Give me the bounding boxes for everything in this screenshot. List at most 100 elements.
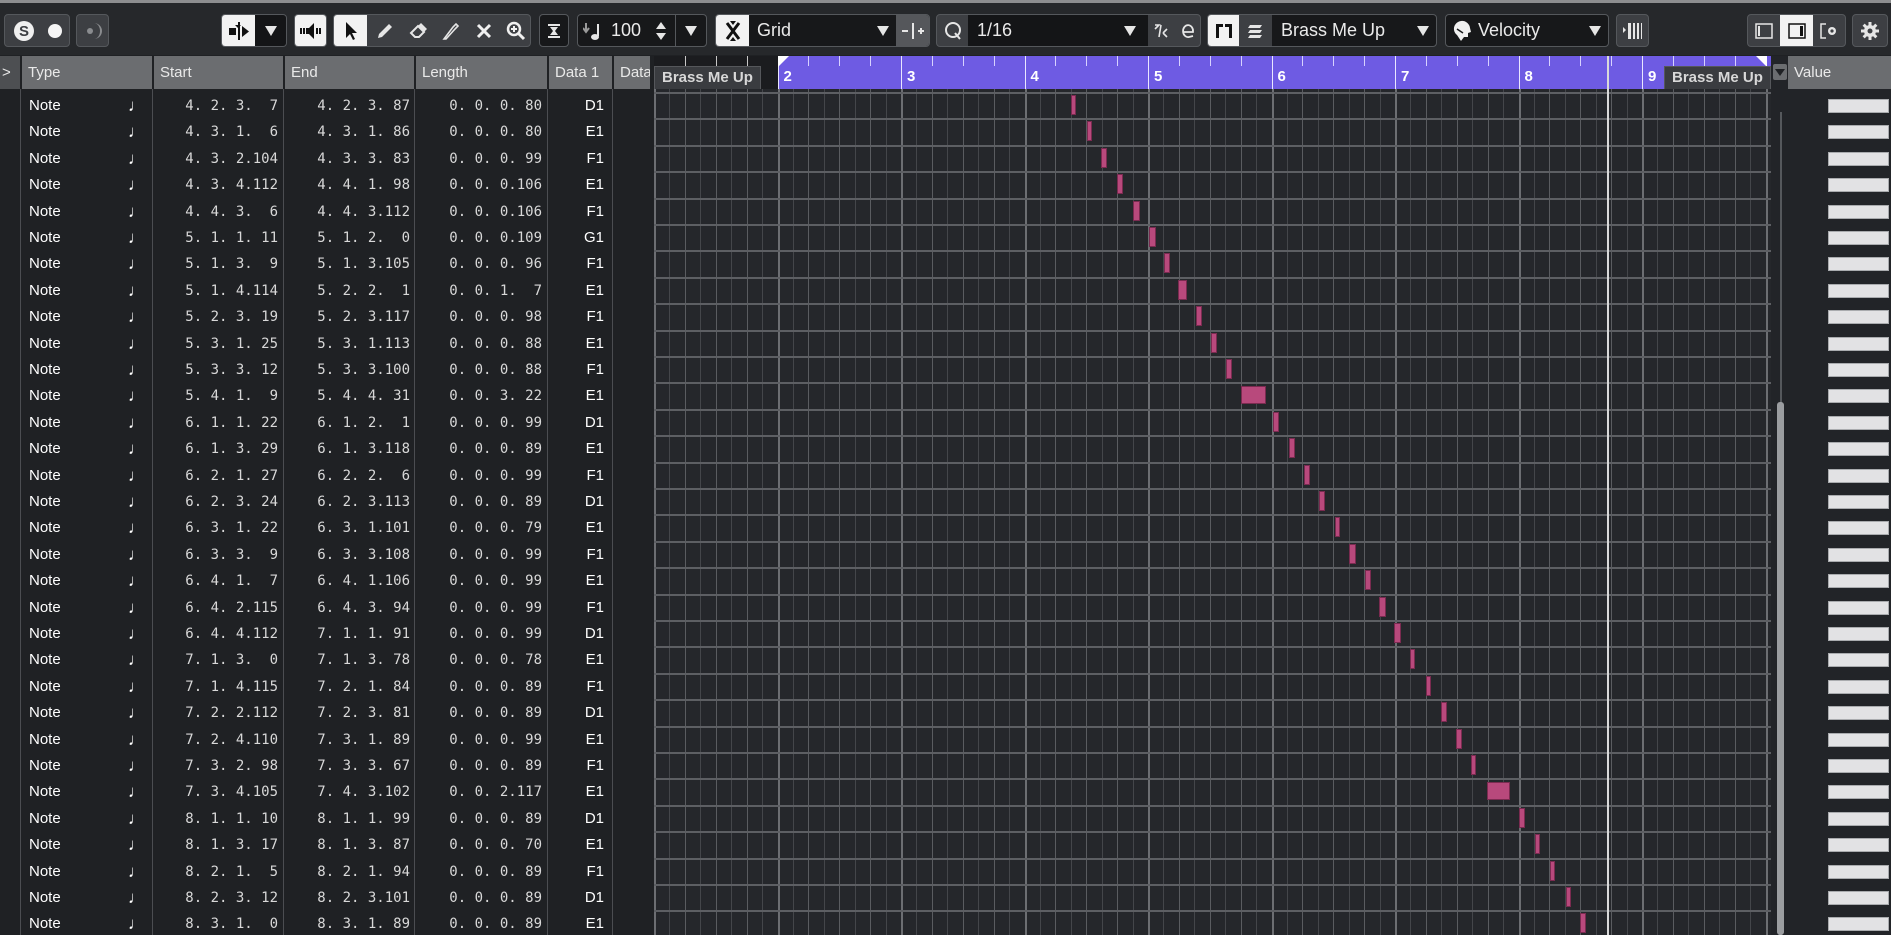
length-cell[interactable]: 0. 0. 0. 89: [449, 806, 542, 832]
start-cell[interactable]: 6. 4. 2.115: [185, 595, 278, 621]
length-cell[interactable]: 0. 0. 0. 89: [449, 753, 542, 779]
length-cell[interactable]: 0. 0. 0. 99: [449, 621, 542, 647]
end-cell[interactable]: 5. 1. 2. 0: [317, 225, 410, 251]
velocity-value-bar[interactable]: [1828, 468, 1889, 483]
show-left-zone-button[interactable]: [1748, 15, 1780, 46]
end-cell[interactable]: 6. 3. 3.108: [317, 542, 410, 568]
note-event[interactable]: [1178, 279, 1187, 300]
length-cell[interactable]: 0. 0. 0. 99: [449, 568, 542, 594]
note-event[interactable]: [1116, 174, 1124, 195]
data1-cell[interactable]: F1: [586, 304, 604, 330]
autoscroll-dropdown[interactable]: [255, 15, 286, 46]
start-cell[interactable]: 5. 3. 3. 12: [185, 357, 278, 383]
length-cell[interactable]: 0. 0. 0.106: [449, 199, 542, 225]
note-event[interactable]: [1100, 147, 1108, 168]
length-cell[interactable]: 0. 0. 0. 79: [449, 515, 542, 541]
velocity-value-bar[interactable]: [1828, 732, 1889, 747]
start-cell[interactable]: 4. 3. 1. 6: [185, 119, 278, 145]
data1-cell[interactable]: D1: [585, 93, 604, 119]
snap-toggle-button[interactable]: [716, 15, 749, 46]
column-header-length[interactable]: Length: [416, 56, 547, 89]
table-row[interactable]: Note ♩ 7. 3. 4.105 7. 4. 3.102 0. 0. 2.117 E1: [0, 779, 652, 805]
table-row[interactable]: Note ♩ 5. 3. 1. 25 5. 3. 1.113 0. 0. 0. 88 E1: [0, 331, 652, 357]
data1-cell[interactable]: E1: [586, 727, 604, 753]
table-row[interactable]: Note ♩ 5. 3. 3. 12 5. 3. 3.100 0. 0. 0. 88 F1: [0, 357, 652, 383]
show-right-zone-button[interactable]: [1780, 15, 1813, 46]
velocity-value-bar[interactable]: [1828, 257, 1889, 272]
velocity-spinner[interactable]: [652, 15, 670, 46]
note-event[interactable]: [1148, 227, 1156, 247]
insert-velocity-value[interactable]: 100: [611, 15, 641, 46]
length-cell[interactable]: 0. 0. 0. 89: [449, 911, 542, 935]
velocity-value-bar[interactable]: [1828, 864, 1889, 879]
velocity-dropdown[interactable]: [676, 15, 706, 46]
length-cell[interactable]: 0. 0. 0. 89: [449, 859, 542, 885]
data1-cell[interactable]: D1: [585, 885, 604, 911]
note-event[interactable]: [1195, 306, 1202, 327]
table-row[interactable]: Note ♩ 7. 1. 3. 0 7. 1. 3. 78 0. 0. 0. 78 E1: [0, 647, 652, 673]
end-cell[interactable]: 6. 3. 1.101: [317, 515, 410, 541]
length-cell[interactable]: 0. 0. 0. 99: [449, 727, 542, 753]
start-cell[interactable]: 6. 2. 1. 27: [185, 463, 278, 489]
note-grid-editor[interactable]: 2 3 4 5 6 7 8 9 Brass Me Up Brass Me Up: [654, 56, 1771, 935]
note-event[interactable]: [1288, 438, 1295, 459]
step-input-button[interactable]: [540, 15, 568, 46]
data1-cell[interactable]: D1: [585, 700, 604, 726]
quantize-button[interactable]: [937, 15, 968, 46]
end-cell[interactable]: 4. 4. 3.112: [317, 199, 410, 225]
table-row[interactable]: Note ♩ 6. 4. 4.112 7. 1. 1. 91 0. 0. 0. 99 D1: [0, 621, 652, 647]
end-cell[interactable]: 6. 1. 3.118: [317, 436, 410, 462]
table-row[interactable]: Note ♩ 6. 4. 1. 7 6. 4. 1.106 0. 0. 0. 99 E1: [0, 568, 652, 594]
table-row[interactable]: Note ♩ 4. 4. 3. 6 4. 4. 3.112 0. 0. 0.106 F1: [0, 199, 652, 225]
start-cell[interactable]: 6. 1. 1. 22: [185, 410, 278, 436]
table-row[interactable]: Note ♩ 4. 3. 4.112 4. 4. 1. 98 0. 0. 0.106 E1: [0, 172, 652, 198]
start-cell[interactable]: 5. 3. 1. 25: [185, 331, 278, 357]
acoustic-feedback-button[interactable]: [77, 15, 108, 46]
data1-cell[interactable]: F1: [586, 674, 604, 700]
data1-cell[interactable]: E1: [586, 647, 604, 673]
velocity-value-bar[interactable]: [1828, 178, 1889, 193]
data1-cell[interactable]: D1: [585, 410, 604, 436]
end-cell[interactable]: 6. 4. 3. 94: [317, 595, 410, 621]
table-row[interactable]: Note ♩ 5. 2. 3. 19 5. 2. 3.117 0. 0. 0. 98 F1: [0, 304, 652, 330]
note-event[interactable]: [1470, 755, 1477, 775]
velocity-value-bar[interactable]: [1828, 363, 1889, 377]
data1-cell[interactable]: F1: [586, 859, 604, 885]
part-start-marker[interactable]: [777, 56, 789, 67]
snap-type-label[interactable]: Grid: [757, 15, 791, 46]
autoscroll-button[interactable]: [222, 15, 255, 46]
note-event[interactable]: [1364, 570, 1371, 591]
velocity-value-bar[interactable]: [1828, 389, 1889, 404]
table-row[interactable]: Note ♩ 7. 2. 4.110 7. 3. 1. 89 0. 0. 0. 99 E1: [0, 727, 652, 753]
data1-cell[interactable]: E1: [586, 383, 604, 409]
note-event[interactable]: [1241, 386, 1266, 405]
column-header-data1[interactable]: Data 1: [549, 56, 612, 89]
note-event[interactable]: [1071, 95, 1077, 115]
length-cell[interactable]: 0. 0. 0. 99: [449, 463, 542, 489]
table-row[interactable]: Note ♩ 4. 2. 3. 7 4. 2. 3. 87 0. 0. 0. 80 D1: [0, 93, 652, 119]
end-cell[interactable]: 5. 3. 3.100: [317, 357, 410, 383]
start-cell[interactable]: 5. 4. 1. 9: [185, 383, 278, 409]
data1-cell[interactable]: F1: [586, 199, 604, 225]
table-row[interactable]: Note ♩ 7. 1. 4.115 7. 2. 1. 84 0. 0. 0. 89 F1: [0, 674, 652, 700]
quantize-settings-button[interactable]: [1149, 15, 1175, 46]
length-cell[interactable]: 0. 0. 0. 99: [449, 542, 542, 568]
project-cursor[interactable]: [1607, 56, 1609, 935]
velocity-value-bar[interactable]: [1828, 706, 1889, 721]
table-row[interactable]: Note ♩ 8. 1. 1. 10 8. 1. 1. 99 0. 0. 0. 89 D1: [0, 806, 652, 832]
length-cell[interactable]: 0. 0. 0. 89: [449, 674, 542, 700]
velocity-value-bar[interactable]: [1828, 336, 1889, 351]
table-row[interactable]: Note ♩ 8. 2. 1. 5 8. 2. 1. 94 0. 0. 0. 89 F1: [0, 859, 652, 885]
start-cell[interactable]: 6. 3. 3. 9: [185, 542, 278, 568]
velocity-value-bar[interactable]: [1828, 547, 1889, 562]
start-cell[interactable]: 8. 2. 1. 5: [185, 859, 278, 885]
length-cell[interactable]: 0. 0. 0. 88: [449, 357, 542, 383]
velocity-value-bar[interactable]: [1828, 125, 1889, 140]
start-cell[interactable]: 7. 2. 4.110: [185, 727, 278, 753]
start-cell[interactable]: 5. 1. 1. 11: [185, 225, 278, 251]
end-cell[interactable]: 5. 3. 1.113: [317, 331, 410, 357]
length-cell[interactable]: 0. 0. 0. 89: [449, 700, 542, 726]
mute-tool[interactable]: [469, 15, 499, 46]
velocity-value-bar[interactable]: [1828, 495, 1889, 509]
table-row[interactable]: Note ♩ 5. 1. 4.114 5. 2. 2. 1 0. 0. 1. 7 E1: [0, 278, 652, 304]
